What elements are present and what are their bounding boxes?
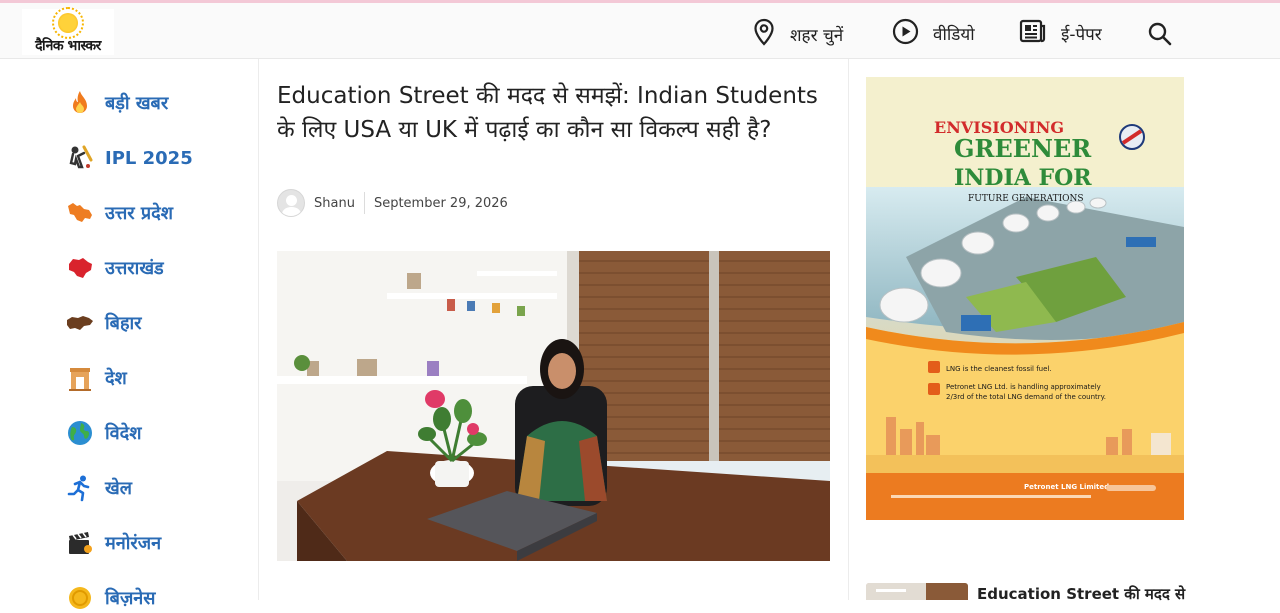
ad-bullet1: LNG is the cleanest fossil fuel.	[946, 365, 1052, 373]
sidebar-item-label: मनोरंजन	[105, 533, 162, 554]
site-header: दैनिक भास्कर शहर चुनें वीडियो ई-पेपर	[0, 0, 1280, 59]
ad-line3: INDIA FOR	[954, 165, 1092, 191]
sidebar-item-label: बड़ी खबर	[105, 93, 169, 114]
author-avatar[interactable]	[277, 189, 305, 217]
nav-epaper-label: ई-पेपर	[1061, 24, 1102, 45]
sidebar-item-label: IPL 2025	[105, 147, 193, 169]
clapperboard-icon	[66, 529, 94, 557]
sidebar-item-label: बिज़नेस	[105, 588, 156, 609]
sidebar-item-uttarakhand[interactable]: उत्तराखंड	[66, 253, 164, 283]
runner-icon	[66, 474, 94, 502]
sidebar-item-business[interactable]: बिज़नेस	[66, 583, 155, 613]
nav-video[interactable]: वीडियो	[892, 18, 975, 49]
nav-city-label: शहर चुनें	[790, 25, 844, 46]
related-article-thumbnail[interactable]	[866, 583, 968, 600]
sidebar-item-label: उत्तर प्रदेश	[105, 203, 173, 224]
sidebar-item-bihar[interactable]: बिहार	[66, 308, 142, 338]
sidebar-item-label: उत्तराखंड	[105, 258, 164, 279]
ad-company: Petronet LNG Limited	[1024, 483, 1109, 491]
ad-line4: FUTURE GENERATIONS	[968, 194, 1084, 204]
nav-video-label: वीडियो	[933, 25, 975, 45]
india-gate-icon	[66, 364, 94, 392]
ad-bullet2b: 2/3rd of the total LNG demand of the cou…	[946, 393, 1106, 401]
nav-select-city[interactable]: शहर चुनें	[752, 18, 843, 50]
sidebar-item-uttar-pradesh[interactable]: उत्तर प्रदेश	[66, 198, 173, 228]
logo-sun-icon	[58, 13, 78, 33]
related-article-title[interactable]: Education Street की मदद से	[977, 584, 1185, 604]
author-name[interactable]: Shanu	[314, 196, 355, 211]
site-logo[interactable]: दैनिक भास्कर	[22, 7, 114, 55]
search-icon	[1147, 21, 1173, 51]
sidebar-item-ipl[interactable]: IPL 2025	[66, 143, 193, 173]
sidebar-item-manoranjan[interactable]: मनोरंजन	[66, 528, 161, 558]
ad-bullet2: Petronet LNG Ltd. is handling approximat…	[946, 383, 1101, 391]
coin-icon	[66, 584, 94, 612]
sidebar-item-label: देश	[105, 368, 127, 389]
uttarakhand-map-icon	[66, 254, 94, 282]
sidebar-item-label: विदेश	[105, 423, 142, 444]
article-byline: Shanu September 29, 2026	[277, 189, 508, 217]
sidebar-item-videsh[interactable]: विदेश	[66, 418, 141, 448]
newspaper-icon	[1019, 18, 1047, 48]
globe-icon	[66, 419, 94, 447]
byline-divider	[363, 192, 365, 214]
article-featured-image	[277, 251, 830, 561]
advertisement-banner[interactable]: ENVISIONING GREENER INDIA FOR FUTURE GEN…	[866, 77, 1184, 520]
location-pin-icon	[752, 18, 776, 50]
sidebar-item-label: खेल	[105, 478, 132, 499]
bihar-map-icon	[66, 309, 94, 337]
logo-text: दैनिक भास्कर	[35, 38, 101, 54]
up-map-icon	[66, 199, 94, 227]
sidebar-item-label: बिहार	[105, 313, 142, 334]
category-sidebar: बड़ी खबर IPL 2025 उत्तर प्रदेश उत्तराखंड…	[0, 59, 259, 609]
fire-icon	[66, 89, 94, 117]
nav-epaper[interactable]: ई-पेपर	[1019, 18, 1102, 48]
play-circle-icon	[892, 18, 919, 49]
sidebar-item-desh[interactable]: देश	[66, 363, 127, 393]
sidebar-item-top-news[interactable]: बड़ी खबर	[66, 88, 168, 118]
article-headline: Education Street की मदद से समझें: Indian…	[277, 83, 818, 143]
search-button[interactable]	[1147, 21, 1173, 51]
sidebar-item-khel[interactable]: खेल	[66, 473, 132, 503]
column-divider	[848, 59, 849, 600]
publish-date: September 29, 2026	[373, 195, 508, 211]
cricket-icon	[66, 144, 94, 172]
ad-line2: GREENER	[954, 134, 1092, 163]
